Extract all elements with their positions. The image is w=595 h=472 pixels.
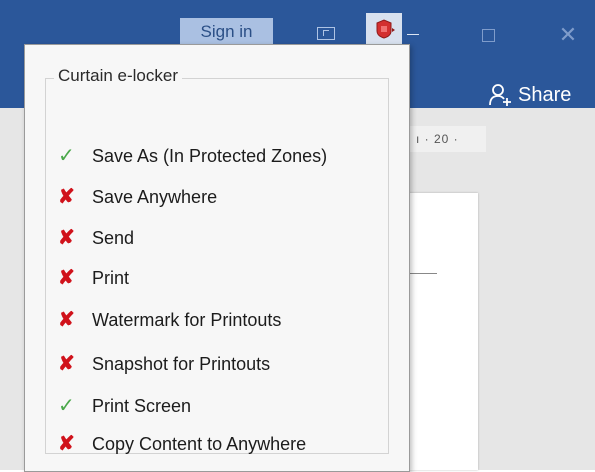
ribbon-display-icon <box>317 26 335 40</box>
sign-in-button[interactable]: Sign in <box>180 18 273 46</box>
menu-item-save-as-protected[interactable]: ✓ Save As (In Protected Zones) <box>58 141 327 171</box>
cross-icon: ✘ <box>58 186 75 208</box>
menu-item-label: Save As (In Protected Zones) <box>92 145 328 166</box>
curtain-locker-button[interactable] <box>366 13 402 45</box>
permissions-group: Curtain e-locker ✓ Save As (In Protected… <box>45 66 389 454</box>
curtain-locker-icon <box>376 19 395 39</box>
group-title: Curtain e-locker <box>54 66 182 86</box>
cross-icon: ✘ <box>58 353 75 375</box>
check-icon: ✓ <box>58 395 75 417</box>
menu-item-copy-content[interactable]: ✘ Copy Content to Anywhere <box>58 429 306 459</box>
cross-icon: ✘ <box>58 267 75 289</box>
menu-item-print-screen[interactable]: ✓ Print Screen <box>58 391 191 421</box>
menu-item-label: Print Screen <box>92 395 192 416</box>
document-page[interactable] <box>405 193 478 470</box>
cross-icon: ✘ <box>58 309 75 331</box>
cross-icon: ✘ <box>58 227 75 249</box>
horizontal-ruler: ı · 20 · <box>408 126 486 152</box>
check-icon: ✓ <box>58 145 75 167</box>
menu-item-label: Snapshot for Printouts <box>92 353 271 374</box>
share-button[interactable]: Share <box>488 80 571 110</box>
menu-item-send[interactable]: ✘ Send <box>58 223 134 253</box>
ruler-marks: ı · 20 · <box>416 132 459 146</box>
share-label: Share <box>518 83 572 106</box>
share-person-icon <box>488 83 514 107</box>
menu-item-label: Watermark for Printouts <box>92 309 282 330</box>
menu-item-label: Copy Content to Anywhere <box>92 433 307 454</box>
menu-item-watermark-printouts[interactable]: ✘ Watermark for Printouts <box>58 305 281 335</box>
menu-item-snapshot-printouts[interactable]: ✘ Snapshot for Printouts <box>58 349 270 379</box>
menu-item-print[interactable]: ✘ Print <box>58 263 129 293</box>
close-icon: ✕ <box>558 22 578 47</box>
cross-icon: ✘ <box>58 433 75 455</box>
menu-item-save-anywhere[interactable]: ✘ Save Anywhere <box>58 182 217 212</box>
maximize-button[interactable] <box>470 20 506 50</box>
menu-item-label: Save Anywhere <box>92 186 218 207</box>
menu-item-label: Print <box>92 267 130 288</box>
menu-item-label: Send <box>92 227 135 248</box>
curtain-e-locker-popup: Curtain e-locker ✓ Save As (In Protected… <box>24 44 410 472</box>
maximize-icon <box>481 28 495 42</box>
close-button[interactable]: ✕ <box>548 20 588 50</box>
ribbon-display-options-button[interactable] <box>305 19 347 47</box>
